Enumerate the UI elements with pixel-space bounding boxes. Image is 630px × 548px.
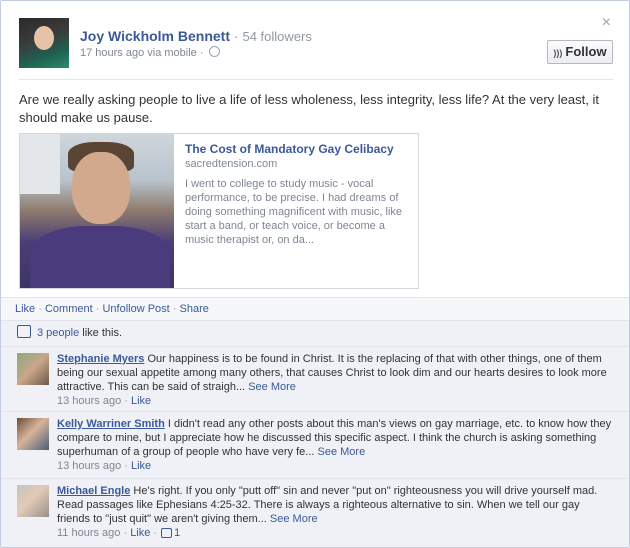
thumbnail-background (20, 134, 60, 194)
comment-body: Stephanie Myers Our happiness is to be f… (57, 352, 613, 408)
comment-timestamp[interactable]: 13 hours ago (57, 395, 121, 407)
commenter-avatar[interactable] (17, 353, 49, 385)
separator-dot: · (38, 303, 45, 315)
post-card: × Joy Wickholm Bennett · 54 followers 17… (0, 0, 630, 548)
comments-footer (1, 541, 629, 547)
commenter-avatar[interactable] (17, 485, 49, 517)
post-header: Joy Wickholm Bennett · 54 followers 17 h… (19, 18, 613, 70)
globe-icon (208, 46, 220, 57)
comment-body: Michael Engle He's right. If you only "p… (57, 484, 613, 540)
shared-link-card[interactable]: The Cost of Mandatory Gay Celibacy sacre… (19, 133, 419, 289)
like-link[interactable]: Like (15, 303, 35, 315)
commenter-name[interactable]: Stephanie Myers (57, 353, 144, 365)
likes-suffix: like this. (79, 327, 123, 339)
commenter-avatar[interactable] (17, 418, 49, 450)
comment-timestamp[interactable]: 11 hours ago (57, 527, 120, 539)
comment-like-link[interactable]: Like (131, 460, 151, 472)
shared-link-thumbnail[interactable] (20, 134, 174, 288)
see-more-link[interactable]: See More (318, 446, 366, 458)
comment-link[interactable]: Comment (45, 303, 93, 315)
thumbnail-face (72, 152, 130, 224)
comment-text: He's right. If you only "putt off" sin a… (57, 485, 598, 525)
separator-dot: · (121, 460, 131, 472)
comment-like-link[interactable]: Like (130, 527, 150, 539)
comment-item: Michael Engle He's right. If you only "p… (1, 478, 629, 542)
comment-body: Kelly Warriner Smith I didn't read any o… (57, 417, 613, 473)
follow-label: Follow (565, 44, 607, 59)
author-name[interactable]: Joy Wickholm Bennett (80, 28, 230, 44)
avatar-face (34, 26, 54, 50)
thumbs-up-icon (161, 528, 173, 538)
rss-icon: ))) (553, 48, 563, 58)
likes-summary: 3 people like this. (1, 320, 629, 346)
see-more-link[interactable]: See More (248, 381, 296, 393)
author-line: Joy Wickholm Bennett · 54 followers (80, 28, 312, 44)
thumbs-up-icon (17, 325, 31, 338)
share-link[interactable]: Share (180, 303, 209, 315)
divider (19, 79, 613, 80)
see-more-link[interactable]: See More (270, 513, 318, 525)
separator-dot: · (172, 303, 180, 315)
shared-link-title[interactable]: The Cost of Mandatory Gay Celibacy (185, 142, 394, 156)
post-actions: Like · Comment · Unfollow Post · Share (1, 297, 629, 320)
separator-dot: · (150, 527, 161, 539)
separator-dot: · (121, 395, 131, 407)
thumbnail-shirt (30, 226, 170, 288)
comment-like-link[interactable]: Like (131, 395, 151, 407)
post-timestamp[interactable]: 17 hours ago via mobile (80, 47, 197, 59)
follow-button[interactable]: ))) Follow (547, 40, 613, 64)
shared-link-description: I went to college to study music - vocal… (185, 178, 403, 246)
separator-dot: · (120, 527, 131, 539)
shared-link-domain: sacredtension.com (185, 158, 278, 170)
comment-item: Kelly Warriner Smith I didn't read any o… (1, 411, 629, 478)
commenter-name[interactable]: Kelly Warriner Smith (57, 418, 165, 430)
comment-timestamp[interactable]: 13 hours ago (57, 460, 121, 472)
author-avatar[interactable] (19, 18, 69, 68)
post-meta: 17 hours ago via mobile · (80, 46, 220, 59)
likers-link[interactable]: 3 people (37, 327, 79, 339)
comment-item: Stephanie Myers Our happiness is to be f… (1, 346, 629, 411)
comment-like-count[interactable]: 1 (174, 527, 180, 539)
unfollow-post-link[interactable]: Unfollow Post (102, 303, 169, 315)
follower-count: 54 followers (242, 29, 312, 44)
separator-dot: · (199, 47, 207, 59)
status-text: Are we really asking people to live a li… (19, 92, 599, 125)
commenter-name[interactable]: Michael Engle (57, 485, 130, 497)
